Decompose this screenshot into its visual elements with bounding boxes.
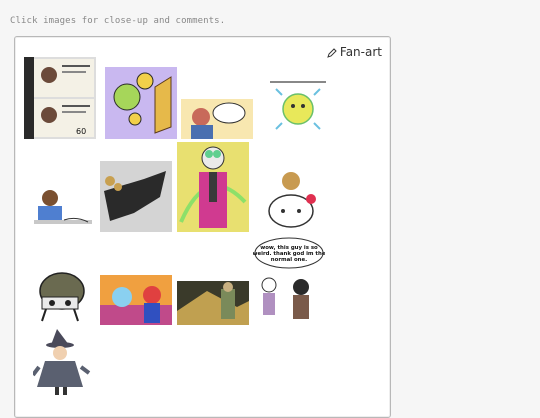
instructions-text: Click images for close-up and comments. <box>10 16 226 26</box>
svg-text:60: 60 <box>76 127 86 136</box>
thumb-hello-kitty-character[interactable] <box>263 169 323 232</box>
thumb-wizard-character[interactable] <box>33 327 93 395</box>
thumb-comic-panel[interactable] <box>181 99 253 139</box>
thumb-poster-collage[interactable]: 60 <box>24 57 96 139</box>
thumb-dark-creature[interactable] <box>100 161 172 232</box>
thumb-dark-scene[interactable] <box>177 281 249 325</box>
thumb-pink-suit-character[interactable] <box>177 142 249 232</box>
panel-title[interactable]: Fan-art <box>327 45 382 59</box>
pencil-icon <box>327 47 337 58</box>
fan-art-panel: Fan-art 60 wow, this guy is so weird. th… <box>14 36 391 418</box>
thumb-sun-character[interactable] <box>262 75 334 139</box>
thumb-speech-bubble-comic[interactable]: wow, this guy is so weird. thank god im … <box>253 235 325 325</box>
thumb-colorful-pair[interactable] <box>100 275 172 325</box>
panel-title-text: Fan-art <box>339 45 382 59</box>
svg-text:normal one.: normal one. <box>271 257 307 263</box>
thumb-helmet-creature[interactable] <box>24 265 96 325</box>
thumb-sun-doodles[interactable] <box>105 67 177 139</box>
thumb-desk-character[interactable] <box>24 184 96 232</box>
